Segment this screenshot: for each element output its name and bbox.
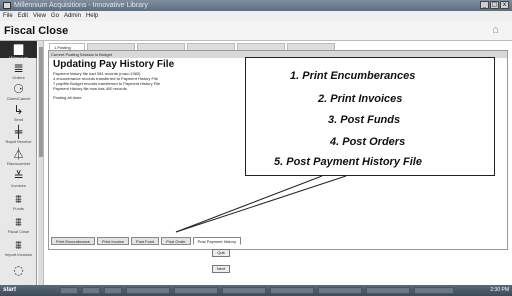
sidebar-item-more[interactable]: ◌: [0, 263, 37, 277]
sidebar-item-invoices[interactable]: ≚ Invoices: [0, 169, 37, 188]
sidebar-item-send[interactable]: ↳ Send: [0, 103, 37, 122]
sidebar-item-rapid-receive[interactable]: ╪ Rapid Receive: [0, 125, 37, 144]
sidebar-item-funds[interactable]: ⩩ Funds: [0, 192, 37, 211]
taskbar-item[interactable]: [318, 287, 362, 294]
send-icon: ↳: [13, 103, 24, 117]
taskbar: start 2:30 PM: [0, 285, 512, 296]
disencumber-icon: ⏃: [12, 147, 25, 161]
sidebar-item-orders[interactable]: ≣ Orders: [0, 61, 37, 80]
close-icon[interactable]: x: [500, 1, 509, 9]
taskbar-item[interactable]: [366, 287, 410, 294]
menu-edit[interactable]: Edit: [18, 11, 28, 21]
fiscal-close-icon: ⩩: [15, 215, 22, 229]
step-print-encumbrance[interactable]: Print Encumbrance: [51, 237, 96, 245]
sidebar-item-disencumber[interactable]: ⏃ Disencumber: [0, 147, 37, 166]
sidebar-item-claim-cancel[interactable]: ⚆ Claim/Cancel: [0, 82, 37, 101]
menu-admin[interactable]: Admin: [64, 11, 81, 21]
tab-2[interactable]: [87, 43, 135, 50]
sidebar-item-fiscal-close[interactable]: ⩩ Fiscal Close: [0, 215, 37, 234]
next-button[interactable]: Next: [212, 265, 230, 273]
sidebar-item-millennium[interactable]: ▆ Millennium: [0, 41, 37, 60]
close-function-icon[interactable]: ⌂: [489, 24, 502, 37]
step-print-invoice[interactable]: Print Invoice: [97, 237, 130, 245]
callout-step: 1. Print Encumberances: [290, 70, 416, 82]
quit-button[interactable]: Quit: [212, 249, 230, 257]
taskbar-item[interactable]: [126, 287, 170, 294]
taskbar-item[interactable]: [270, 287, 314, 294]
more-icon: ◌: [13, 263, 24, 277]
menu-help[interactable]: Help: [86, 11, 98, 21]
taskbar-item[interactable]: [82, 287, 100, 294]
callout-step: 4. Post Orders: [330, 136, 406, 148]
app-icon: [3, 2, 11, 9]
minimize-icon[interactable]: _: [480, 1, 489, 9]
tab-3[interactable]: [137, 43, 185, 50]
import-icon: ⩩: [15, 238, 22, 252]
claim-icon: ⚆: [13, 82, 24, 96]
tab-6[interactable]: [287, 43, 335, 50]
invoices-icon: ≚: [13, 169, 24, 183]
steps-callout: 1. Print Encumberances 2. Print Invoices…: [245, 57, 495, 176]
menu-bar: File Edit View Go Admin Help: [0, 11, 512, 21]
taskbar-item[interactable]: [222, 287, 266, 294]
sidebar-item-import-invoices[interactable]: ⩩ Import Invoices: [0, 238, 37, 257]
tab-posting[interactable]: 1.Posting: [49, 43, 85, 50]
menu-view[interactable]: View: [33, 11, 46, 21]
step-post-order[interactable]: Post Order: [161, 237, 191, 245]
funds-icon: ⩩: [15, 192, 22, 206]
window-titlebar: Millennium Acquisitions - Innovative Lib…: [0, 0, 512, 11]
window-title: Millennium Acquisitions - Innovative Lib…: [14, 2, 148, 9]
logo-icon: ▆: [13, 41, 24, 55]
posting-step-tabs: Print Encumbrance Print Invoice Post Fun…: [51, 237, 242, 245]
callout-step: 3. Post Funds: [328, 114, 401, 126]
sidebar: ▆ Millennium ≣ Orders ⚆ Claim/Cancel ↳ S…: [0, 41, 37, 285]
callout-step: 5. Post Payment History File: [274, 156, 422, 168]
scrollbar-thumb[interactable]: [39, 47, 43, 157]
step-post-fund[interactable]: Post Fund: [131, 237, 160, 245]
taskbar-item[interactable]: [174, 287, 218, 294]
window-controls: _ □ x: [480, 1, 509, 9]
toolbar: Fiscal Close ⌂: [0, 21, 512, 41]
tab-4[interactable]: [187, 43, 235, 50]
taskbar-item[interactable]: [414, 287, 454, 294]
menu-file[interactable]: File: [3, 11, 13, 21]
menu-go[interactable]: Go: [51, 11, 59, 21]
step-post-payment-history[interactable]: Post Payment History: [192, 237, 242, 245]
page-title: Fiscal Close: [4, 25, 69, 37]
orders-icon: ≣: [13, 61, 24, 75]
callout-step: 2. Print Invoices: [318, 93, 403, 105]
taskbar-item[interactable]: [60, 287, 78, 294]
taskbar-clock: 2:30 PM: [490, 287, 509, 293]
receive-icon: ╪: [14, 125, 23, 139]
taskbar-item[interactable]: [104, 287, 122, 294]
maximize-icon[interactable]: □: [490, 1, 499, 9]
sidebar-scrollbar[interactable]: [38, 41, 44, 285]
start-button[interactable]: start: [1, 286, 27, 295]
tab-5[interactable]: [237, 43, 285, 50]
